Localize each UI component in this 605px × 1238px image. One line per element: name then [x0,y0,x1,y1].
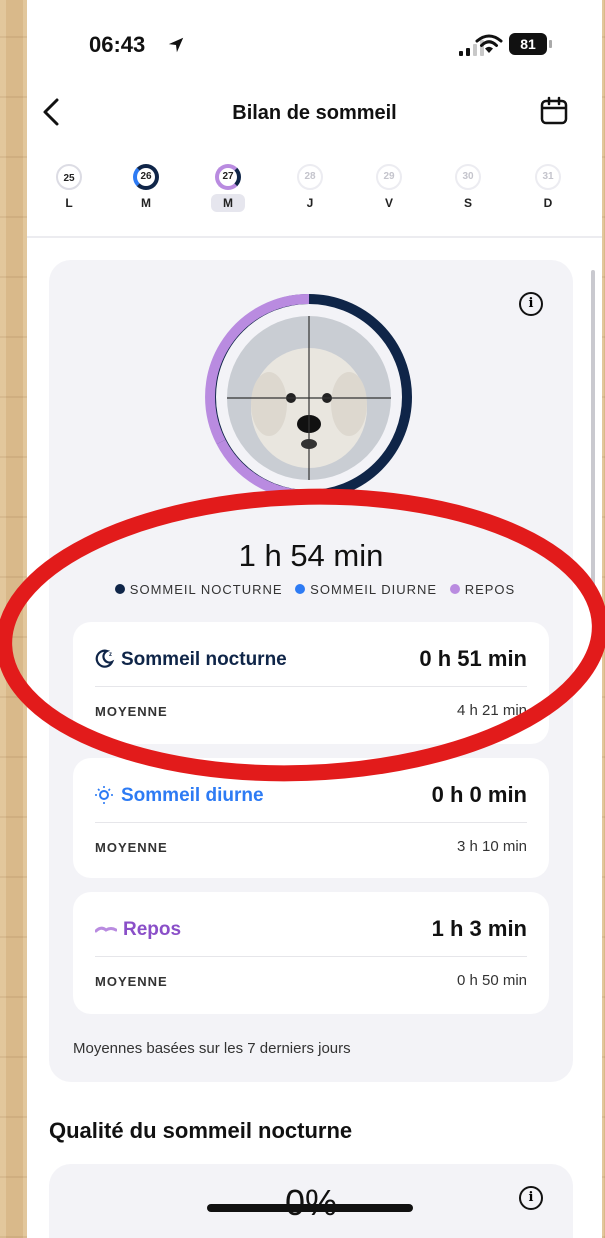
day-ring: 25 [56,164,82,190]
total-sleep: 1 h 54 min [238,538,384,573]
nocturne-card[interactable]: z Sommeil nocturne 0 h 51 min MOYENNE 4 … [73,622,549,744]
nocturne-avg-label: MOYENNE [95,704,168,719]
battery-tip [549,40,552,48]
status-time: 06:43 [89,32,146,57]
day-letter: V [384,196,393,210]
separator [95,686,527,687]
day-ring: 27 [215,164,241,190]
diurne-label: Sommeil diurne [121,785,264,806]
legend-nocturne: SOMMEIL NOCTURNE [129,582,283,597]
day-ring: 28 [297,164,323,190]
averages-note: Moyennes basées sur les 7 derniers jours [73,1040,351,1057]
scrollbar[interactable] [591,270,595,610]
day-letter: M [141,196,151,210]
quality-card: 0% i [49,1164,573,1238]
legend-repos: REPOS [464,582,516,597]
nocturne-label: Sommeil nocturne [121,649,287,670]
rest-icon [94,926,118,933]
day-29[interactable]: 29 V [364,164,414,212]
day-letter: J [306,196,314,210]
quality-title: Qualité du sommeil nocturne [49,1118,353,1143]
diurne-value: 0 h 0 min [431,782,527,807]
sleep-legend: SOMMEIL NOCTURNE SOMMEIL DIURNE REPOS [49,582,573,597]
diurne-title: Sommeil diurne [95,784,264,807]
repos-title: Repos [94,918,182,941]
day-26[interactable]: 26 M [121,164,171,212]
nocturne-dot [114,584,125,594]
repos-card[interactable]: Repos 1 h 3 min MOYENNE 0 h 50 min [73,892,549,1014]
battery-level: 81 [509,33,547,55]
day-ring: 31 [535,164,561,190]
nocturne-value: 0 h 51 min [419,646,527,671]
day-ring: 29 [376,164,402,190]
day-ring: 26 [133,164,159,190]
diurne-dot [295,584,306,594]
diurne-avg-value: 3 h 10 min [456,838,527,855]
sun-icon [95,786,113,804]
quality-percent: 0% [284,1182,338,1223]
wifi-icon [475,34,503,53]
diurne-avg-label: MOYENNE [95,840,168,855]
repos-label: Repos [123,919,182,940]
header-divider [27,236,602,238]
svg-text:z: z [109,652,112,658]
nocturne-title: z Sommeil nocturne [95,648,287,671]
info-icon[interactable]: i [519,292,543,316]
day-letter: S [463,196,472,210]
repos-avg-label: MOYENNE [95,974,168,989]
day-31[interactable]: 31 D [523,164,573,212]
day-25[interactable]: 25 L [44,164,94,212]
diurne-card[interactable]: Sommeil diurne 0 h 0 min MOYENNE 3 h 10 … [73,758,549,878]
day-letter: D [543,196,553,210]
repos-dot [449,584,460,594]
quality-bar [207,1204,413,1212]
day-letter: L [65,196,73,210]
day-letter: M [211,194,245,212]
info-icon[interactable]: i [519,1186,543,1210]
separator [95,822,527,823]
status-bar: 06:43 81 [27,0,602,80]
calendar-icon[interactable] [539,96,569,126]
legend-diurne: SOMMEIL DIURNE [310,582,438,597]
day-ring: 30 [455,164,481,190]
day-30[interactable]: 30 S [443,164,493,212]
top-nav: Bilan de sommeil [27,92,602,142]
location-arrow-icon [168,37,184,53]
page-title: Bilan de sommeil [232,102,397,124]
day-27[interactable]: 27 M [203,164,253,212]
repos-value: 1 h 3 min [431,916,527,941]
separator [95,956,527,957]
moon-icon: z [95,649,115,668]
nocturne-avg-value: 4 h 21 min [456,702,527,719]
week-day-selector: 25 L 26 M 27 M 28 J 29 V 30 S 31 D [27,164,602,224]
phone-screen: 06:43 81 Bilan de sommeil 25 L 26 M 27 M… [27,0,602,1238]
repos-avg-value: 0 h 50 min [456,972,527,989]
day-28[interactable]: 28 J [285,164,335,212]
avatar [227,316,391,480]
sleep-summary-card: i 1 h 54 min SOMMEIL NOCTURNE SOMMEIL DI… [49,260,573,1082]
